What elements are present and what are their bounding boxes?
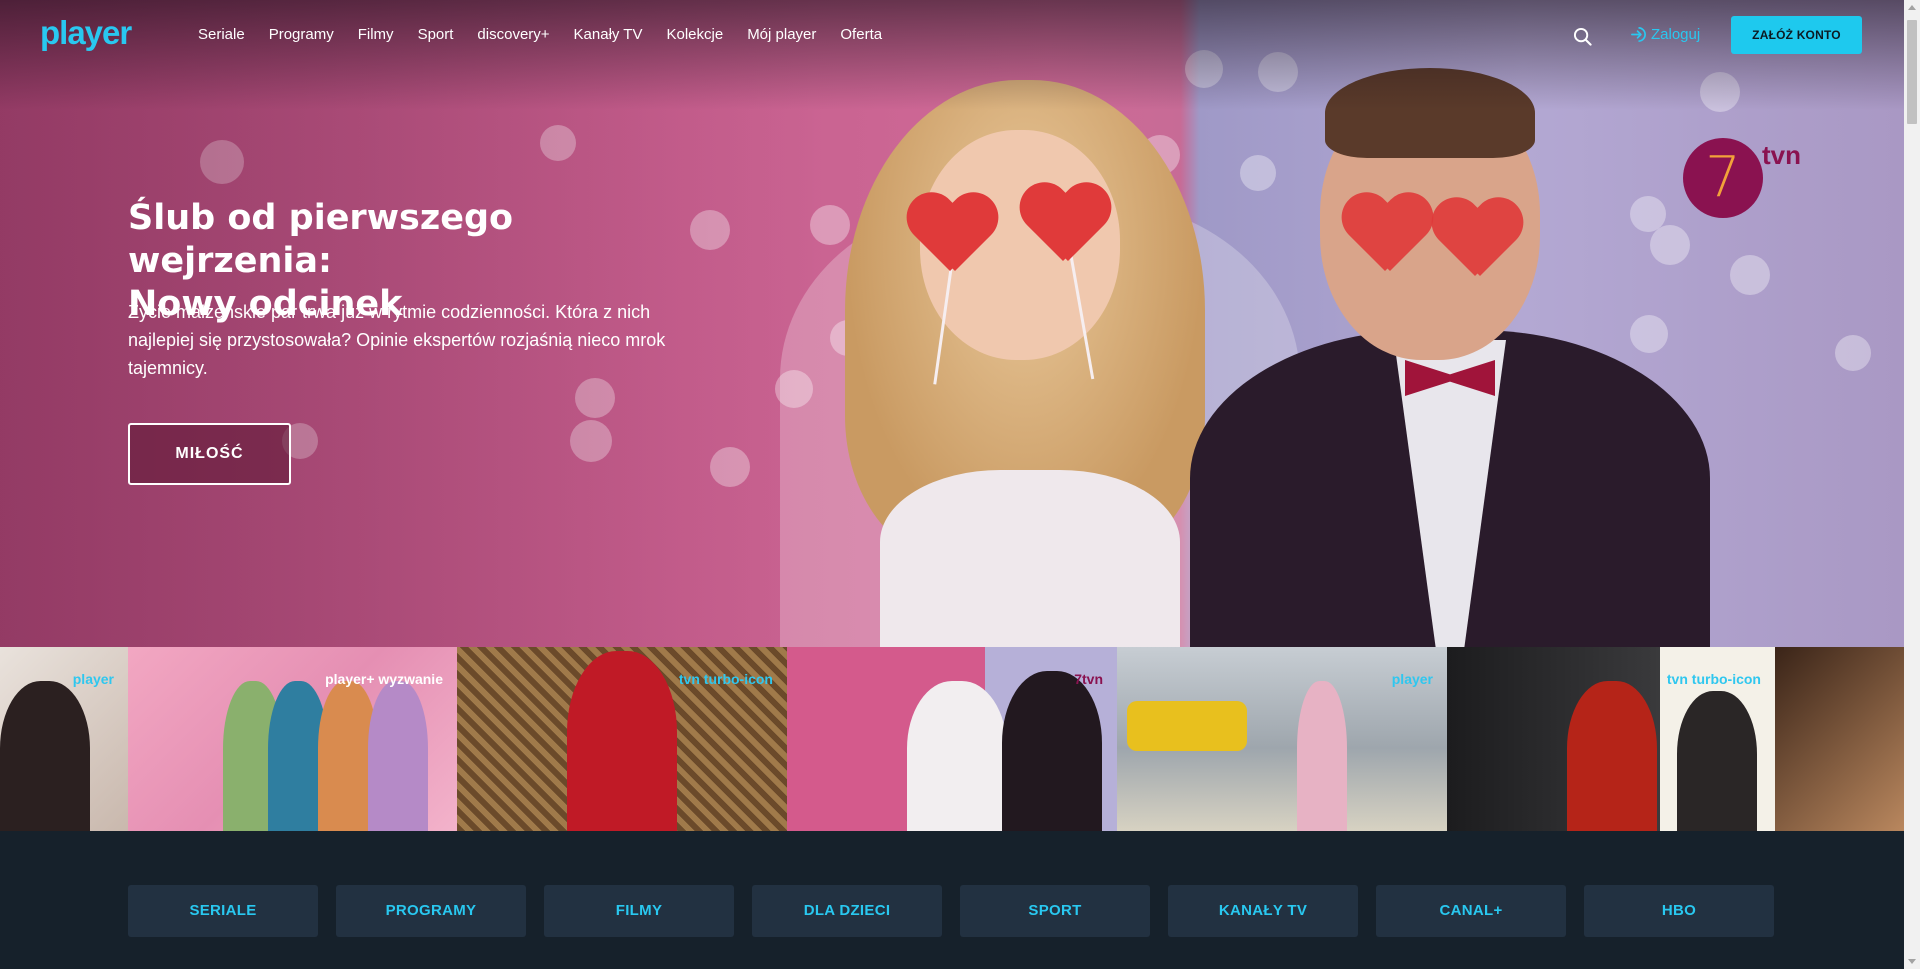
scroll-down-arrow-icon[interactable] (1908, 959, 1916, 964)
page-scrollbar[interactable] (1904, 0, 1920, 969)
channel-logo-7: 7 (1683, 138, 1763, 218)
thumb-badge: player (72, 671, 114, 687)
carousel-item[interactable]: player (0, 647, 128, 831)
thumb-figure (0, 681, 90, 831)
menu-item-oferta[interactable]: Oferta (840, 26, 882, 43)
thumb-taxi (1127, 701, 1247, 751)
menu-item-kanaly-tv[interactable]: Kanały TV (574, 26, 643, 43)
menu-item-kolekcje[interactable]: Kolekcje (666, 26, 723, 43)
heart-prop (905, 195, 995, 275)
thumb-badge: player (1391, 671, 1433, 687)
bokeh-dot (1650, 225, 1690, 265)
category-bar: SERIALE PROGRAMY FILMY DLA DZIECI SPORT … (0, 831, 1904, 969)
hero-title-line: Ślub od pierwszego wejrzenia: (128, 198, 514, 281)
bokeh-dot (1835, 335, 1871, 371)
menu-item-programy[interactable]: Programy (269, 26, 334, 43)
carousel-item[interactable]: player (1117, 647, 1447, 831)
carousel-item[interactable]: 7tvn (787, 647, 1117, 831)
search-icon[interactable] (1573, 27, 1592, 46)
category-programy[interactable]: PROGRAMY (336, 885, 526, 937)
hero-tag-button[interactable]: MIŁOŚĆ (128, 423, 291, 485)
menu-item-discovery[interactable]: discovery+ (477, 26, 549, 43)
heart-prop (1340, 195, 1430, 275)
top-navigation: player Seriale Programy Filmy Sport disc… (0, 0, 1904, 70)
category-canal-plus[interactable]: CANAL+ (1376, 885, 1566, 937)
bokeh-dot (1630, 315, 1668, 353)
category-kanaly-tv[interactable]: KANAŁY TV (1168, 885, 1358, 937)
carousel-item[interactable] (1775, 647, 1904, 831)
featured-carousel: player player+ wyzwanie tvn turbo-icon 7… (0, 647, 1904, 831)
thumb-figure (1677, 691, 1757, 831)
create-account-button[interactable]: ZAŁÓŻ KONTO (1731, 16, 1862, 54)
thumb-badge: tvn turbo-icon (1666, 671, 1761, 687)
thumb-badge: 7tvn (1074, 671, 1103, 687)
thumb-figure (368, 681, 428, 831)
hero-banner[interactable]: 7 tvn Ślub od pierwszego wejrzenia: Nowy… (0, 0, 1904, 647)
channel-logo-tvn: tvn (1762, 140, 1801, 170)
hero-description: Życie małżeńskie par trwa już w rytmie c… (128, 302, 666, 378)
category-filmy[interactable]: FILMY (544, 885, 734, 937)
bokeh-dot (1730, 255, 1770, 295)
carousel-item[interactable]: tvn turbo-icon (1447, 647, 1775, 831)
carousel-item[interactable]: player+ wyzwanie (128, 647, 457, 831)
thumb-figure (1002, 671, 1102, 831)
category-buttons: SERIALE PROGRAMY FILMY DLA DZIECI SPORT … (128, 885, 1774, 937)
scroll-up-arrow-icon[interactable] (1908, 5, 1916, 10)
main-menu: Seriale Programy Filmy Sport discovery+ … (198, 26, 906, 43)
heart-prop (1018, 185, 1108, 265)
login-icon (1631, 27, 1646, 42)
menu-item-seriale[interactable]: Seriale (198, 26, 245, 43)
page: 7 tvn Ślub od pierwszego wejrzenia: Nowy… (0, 0, 1904, 969)
login-link[interactable]: Zaloguj (1630, 26, 1700, 43)
player-logo[interactable]: player (40, 14, 132, 52)
login-label: Zaloguj (1651, 26, 1701, 43)
menu-item-moj-player[interactable]: Mój player (747, 26, 816, 43)
menu-item-filmy[interactable]: Filmy (358, 26, 394, 43)
thumb-badge: player+ wyzwanie (325, 671, 443, 687)
heart-prop (1430, 200, 1520, 280)
menu-item-sport[interactable]: Sport (418, 26, 454, 43)
category-dla-dzieci[interactable]: DLA DZIECI (752, 885, 942, 937)
category-sport[interactable]: SPORT (960, 885, 1150, 937)
carousel-item[interactable]: tvn turbo-icon (457, 647, 787, 831)
bokeh-dot (1240, 155, 1276, 191)
thumb-badge: tvn turbo-icon (678, 671, 773, 687)
category-hbo[interactable]: HBO (1584, 885, 1774, 937)
scrollbar-thumb[interactable] (1907, 20, 1917, 124)
bride-dress (880, 470, 1180, 647)
thumb-figure (567, 651, 677, 831)
thumb-figure (907, 681, 1007, 831)
thumb-figure (1297, 681, 1347, 831)
category-seriale[interactable]: SERIALE (128, 885, 318, 937)
thumb-figure (1567, 681, 1657, 831)
